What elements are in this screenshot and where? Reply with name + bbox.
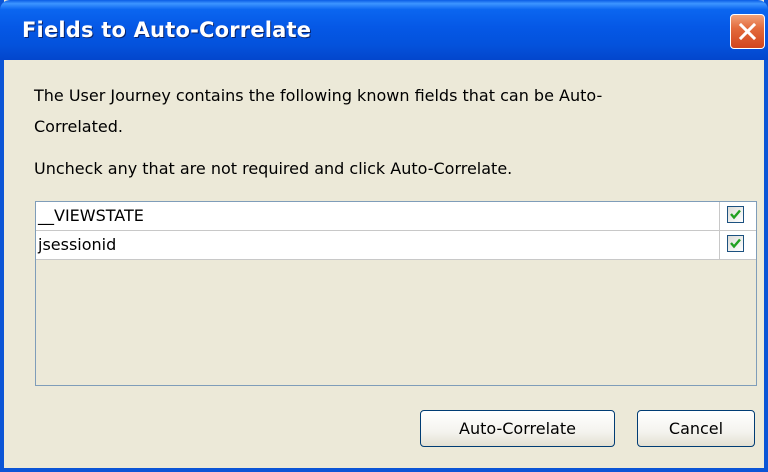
dialog-body: The User Journey contains the following … xyxy=(4,60,764,468)
fields-table: __VIEWSTATE jsessionid xyxy=(35,201,757,386)
auto-correlate-dialog: Fields to Auto-Correlate The User Journe… xyxy=(0,0,768,472)
field-check-cell xyxy=(721,231,756,259)
field-name: jsessionid xyxy=(36,231,720,259)
cancel-button[interactable]: Cancel xyxy=(637,410,755,447)
field-name: __VIEWSTATE xyxy=(36,202,720,230)
field-checkbox[interactable] xyxy=(727,206,744,223)
dialog-instruction: Uncheck any that are not required and cl… xyxy=(34,159,513,178)
table-row[interactable]: jsessionid xyxy=(36,231,756,260)
table-row[interactable]: __VIEWSTATE xyxy=(36,202,756,231)
close-icon xyxy=(738,22,757,41)
close-button[interactable] xyxy=(730,14,765,49)
checkmark-icon xyxy=(730,238,741,249)
checkmark-icon xyxy=(730,209,741,220)
field-check-cell xyxy=(721,202,756,230)
dialog-description: The User Journey contains the following … xyxy=(34,86,603,136)
title-bar[interactable]: Fields to Auto-Correlate xyxy=(0,0,768,60)
dialog-title: Fields to Auto-Correlate xyxy=(22,18,312,42)
field-checkbox[interactable] xyxy=(727,235,744,252)
auto-correlate-button[interactable]: Auto-Correlate xyxy=(420,410,615,447)
